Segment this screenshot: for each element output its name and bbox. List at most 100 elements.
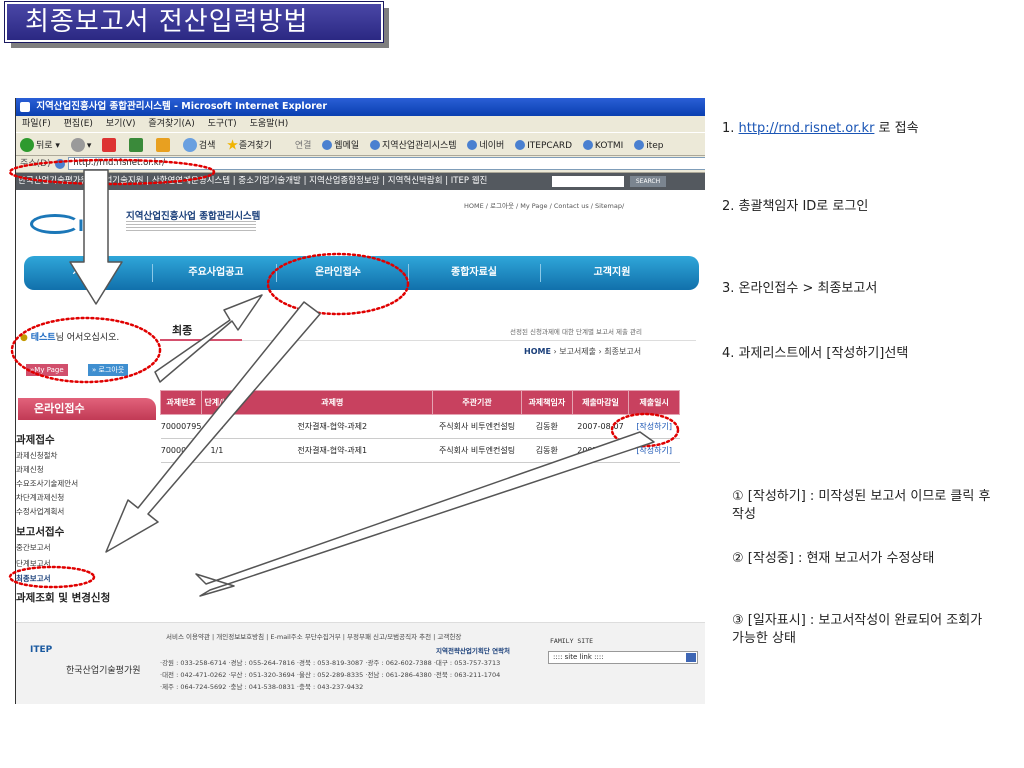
col-stage-year: 단계/년 — [201, 390, 233, 415]
link-naver[interactable]: 네이버 — [467, 140, 504, 151]
stop-button[interactable] — [102, 138, 118, 152]
menu-help[interactable]: 도움말(H) — [250, 119, 289, 129]
breadcrumb-path: › 보고서제출 › 최종보고서 — [550, 347, 642, 356]
table-row: 70000795 1/1 전자결재-협약-과제2 주식회사 비투엔컨설팅 김동환… — [160, 414, 680, 439]
family-site-label: FAMILY SITE — [550, 637, 594, 645]
browser-window: 지역산업진흥사업 종합관리시스템 - Microsoft Internet Ex… — [15, 98, 705, 704]
lnb-section-reports[interactable]: 보고서접수 — [16, 524, 64, 539]
step-2: 2. 총괄책임자 ID로 로그인 — [722, 199, 869, 214]
logout-button[interactable]: » 로그아웃 — [88, 364, 129, 376]
welcome-user: 테스트 — [30, 333, 56, 343]
system-subtitle-lines — [126, 221, 256, 231]
link-kotmi[interactable]: KOTMI — [582, 140, 623, 151]
note-3: ③ [일자표시] : 보고서작성이 완료되어 조회가 가능한 상태 — [732, 613, 983, 646]
browser-titlebar: 지역산업진흥사업 종합관리시스템 - Microsoft Internet Ex… — [16, 98, 705, 116]
lnb-item-stage-report[interactable]: 단계보고서 — [16, 558, 51, 569]
col-task-name: 과제명 — [231, 390, 433, 415]
slide-title-text: 최종보고서 전산입력방법 — [4, 1, 384, 43]
col-submitted: 제출일시 — [628, 390, 680, 415]
lnb-item[interactable]: 차단계과제신청 — [16, 492, 64, 503]
table-header-row: 과제번호 단계/년 과제명 주관기관 과제책임자 제출마감일 제출일시 — [159, 390, 680, 415]
write-report-link[interactable]: [작성하기] — [628, 438, 680, 463]
lnb-section-inquiry[interactable]: 과제조회 및 변경신청 — [16, 590, 110, 605]
menu-favorites[interactable]: 즐겨찾기(A) — [148, 119, 194, 129]
footer-links[interactable]: 서비스 이용약관 | 개인정보보호방침 | E-mail주소 무단수집거부 | … — [166, 631, 461, 641]
family-site-value: :::: site link :::: — [553, 653, 604, 661]
logo-swoosh-icon — [30, 214, 80, 234]
nav-item-resources[interactable]: 종합자료실 — [414, 256, 534, 290]
ie-page-icon — [322, 140, 333, 150]
link-regional-system[interactable]: 지역산업관리시스템 — [370, 140, 457, 151]
mypage-button[interactable]: »My Page — [26, 364, 68, 376]
cell-stage-year: 1/1 — [201, 414, 233, 439]
family-site-select[interactable]: :::: site link :::: — [548, 651, 698, 664]
forward-button[interactable]: ▾ — [70, 138, 91, 152]
note-2: ② [작성중] : 현재 보고서가 수정상태 — [732, 551, 935, 566]
lnb-item[interactable]: 수요조사기술제안서 — [16, 478, 78, 489]
breadcrumb: HOME › 보고서제출 › 최종보고서 — [524, 346, 641, 357]
footer-logo: ITEP — [30, 645, 53, 655]
nav-separator — [408, 264, 409, 282]
user-icon: ● — [20, 333, 28, 343]
home-icon — [155, 138, 170, 152]
utility-links[interactable]: HOME / 로그아웃 / My Page / Contact us / Sit… — [464, 200, 624, 210]
cell-task-name: 전자결재-협약-과제1 — [232, 438, 433, 463]
browser-toolbar: 뒤로 ▾ ▾ 검색 ★즐겨찾기 연결 웹메일 지역산업관리시스템 네이버 ITE… — [16, 132, 705, 156]
home-button[interactable] — [155, 138, 172, 152]
lnb-item-interim-report[interactable]: 중간보고서 — [16, 542, 51, 553]
refresh-icon — [129, 138, 144, 152]
nav-item-announcements[interactable]: 주요사업공고 — [156, 256, 276, 290]
footer-org-name: 한국산업기술평가원 — [66, 666, 141, 676]
ie-page-icon — [55, 158, 66, 169]
link-itepcard[interactable]: ITEPCARD — [515, 140, 572, 151]
col-deadline: 제출마감일 — [571, 390, 630, 415]
system-name: 지역산업진흥사업 종합관리시스템 — [126, 211, 261, 222]
cell-task-number: 70000794 — [160, 438, 202, 463]
address-label: 주소(D) — [20, 159, 51, 169]
favorites-button[interactable]: ★즐겨찾기 — [226, 137, 272, 153]
stop-icon — [102, 138, 117, 152]
lnb-section-task-submission[interactable]: 과제접수 — [16, 432, 55, 447]
nav-item-business[interactable]: 사업 — [22, 256, 142, 290]
nav-separator — [152, 264, 153, 282]
site-url-link[interactable]: http://rnd.risnet.or.kr — [739, 121, 875, 136]
step-4: 4. 과제리스트에서 [작성하기]선택 — [722, 346, 909, 361]
col-organization: 주관기관 — [431, 390, 523, 415]
link-webmail[interactable]: 웹메일 — [322, 140, 359, 151]
breadcrumb-home[interactable]: HOME — [524, 347, 551, 356]
menu-file[interactable]: 파일(F) — [22, 119, 51, 129]
site-search-button[interactable]: SEARCH — [630, 176, 666, 187]
nav-separator — [276, 264, 277, 282]
back-arrow-icon — [20, 138, 34, 152]
search-button[interactable]: 검색 — [182, 138, 215, 152]
star-icon: ★ — [226, 137, 239, 153]
cell-organization: 주식회사 비투엔컨설팅 — [432, 438, 522, 463]
link-itep[interactable]: itep — [634, 140, 663, 151]
footer-contact-line: ·제주 : 064-724-5692 ·충남 : 041-538-0831 ·충… — [160, 683, 364, 691]
footer-contact-title: 지역전략산업기획단 연락처 — [436, 647, 511, 655]
nav-item-online-submission[interactable]: 온라인접수 — [278, 256, 398, 290]
top-nav-links[interactable]: 한국산업기술평가원 | 산업기술지원 | 산학연연계운영시스템 | 중소기업기술… — [18, 176, 487, 186]
lnb-title: 온라인접수 — [18, 398, 156, 420]
lnb-item[interactable]: 과제신청절차 — [16, 450, 57, 461]
slide-title: 최종보고서 전산입력방법 — [4, 1, 389, 48]
site-top-nav: 한국산업기술평가원 | 산업기술지원 | 산학연연계운영시스템 | 중소기업기술… — [16, 173, 705, 190]
menu-view[interactable]: 보기(V) — [106, 119, 136, 129]
lnb-item-final-report[interactable]: 최종보고서 — [16, 573, 51, 584]
site-logo[interactable]: IIP — [78, 216, 102, 235]
lnb-item[interactable]: 수정사업계획서 — [16, 506, 64, 517]
site-search-input[interactable] — [552, 176, 624, 187]
menu-tools[interactable]: 도구(T) — [208, 119, 237, 129]
ie-page-icon — [582, 140, 593, 150]
ie-icon — [20, 101, 30, 112]
col-manager: 과제책임자 — [521, 390, 573, 415]
chevron-down-icon — [686, 653, 696, 662]
nav-item-support[interactable]: 고객지원 — [552, 256, 672, 290]
refresh-button[interactable] — [129, 138, 145, 152]
cell-manager: 김동환 — [521, 438, 573, 463]
lnb-item[interactable]: 과제신청 — [16, 464, 44, 475]
address-input[interactable]: http://rnd.risnet.or.kr/ — [68, 157, 705, 170]
back-button[interactable]: 뒤로 ▾ — [20, 138, 60, 152]
write-report-link[interactable]: [작성하기] — [628, 414, 680, 439]
menu-edit[interactable]: 편집(E) — [64, 119, 93, 129]
